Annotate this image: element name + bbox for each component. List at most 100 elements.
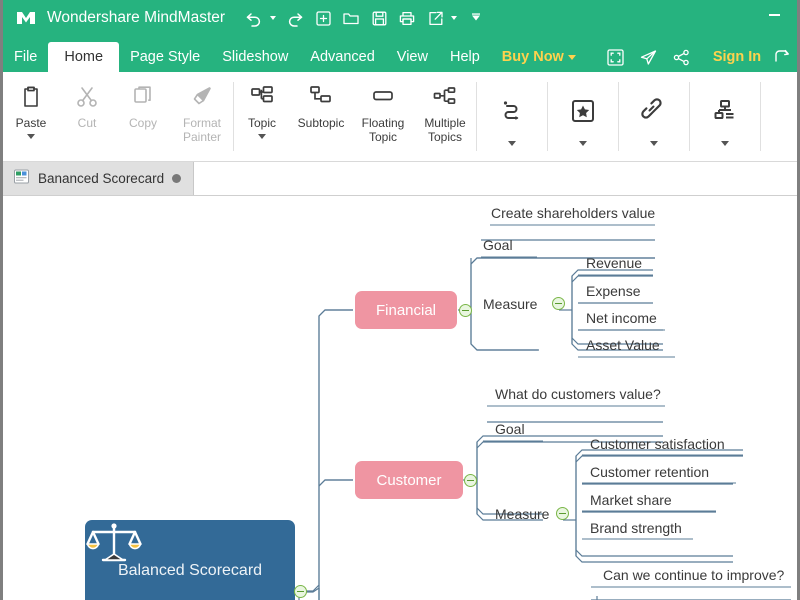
floating-topic-icon xyxy=(370,81,396,113)
topic-financial-measure-label[interactable]: Measure xyxy=(483,296,537,312)
topic-innovation-goal-value[interactable]: Can we continue to improve? xyxy=(603,567,784,583)
collapse-toggle-financial-measure[interactable] xyxy=(552,297,565,310)
menu-item-slideshow[interactable]: Slideshow xyxy=(211,42,299,72)
marker-button[interactable] xyxy=(548,72,618,161)
folder-open-icon[interactable] xyxy=(338,4,364,32)
tab-bar-empty-area xyxy=(194,162,797,195)
share-nodes-icon[interactable] xyxy=(672,48,691,67)
topic-financial-goal-value[interactable]: Create shareholders value xyxy=(491,205,655,221)
collapse-toggle-customer-measure[interactable] xyxy=(556,507,569,520)
subtopic-button[interactable]: Subtopic xyxy=(290,72,352,161)
menu-item-advanced[interactable]: Advanced xyxy=(299,42,386,72)
fullscreen-icon[interactable] xyxy=(606,48,625,67)
menu-item-home[interactable]: Home xyxy=(48,42,120,72)
collapse-toggle-financial[interactable] xyxy=(459,304,472,317)
menu-item-view[interactable]: View xyxy=(386,42,439,72)
relationship-arrow-icon xyxy=(498,91,526,131)
clipboard-paste-icon xyxy=(18,81,44,113)
sign-in-button[interactable]: Sign In xyxy=(713,42,761,72)
ribbon-toolbar: Paste Cut Copy Format Painter Topic Subt… xyxy=(3,72,797,162)
document-tab-name: Bananced Scorecard xyxy=(38,171,165,186)
topic-financial-measure-2[interactable]: Expense xyxy=(586,283,640,299)
cloud-sync-icon[interactable] xyxy=(773,42,792,72)
branch-node-customer-label: Customer xyxy=(376,471,442,489)
subtopic-label: Subtopic xyxy=(297,116,345,130)
hyperlink-chain-icon xyxy=(640,91,668,131)
title-bar: Wondershare MindMaster xyxy=(3,0,797,36)
subtopic-icon xyxy=(308,81,334,113)
multiple-topics-button[interactable]: Multiple Topics xyxy=(414,72,476,161)
minimize-button[interactable] xyxy=(767,8,781,22)
topic-caret-icon[interactable] xyxy=(258,134,266,139)
collapse-toggle-central[interactable] xyxy=(294,585,307,598)
paste-button[interactable]: Paste xyxy=(3,72,59,161)
document-tab[interactable]: Bananced Scorecard xyxy=(3,162,195,195)
outline-button[interactable] xyxy=(690,72,760,161)
application-window: Wondershare MindMaster File Home Page St… xyxy=(0,0,800,600)
copy-label: Copy xyxy=(128,116,157,130)
save-disk-icon[interactable] xyxy=(366,4,392,32)
format-painter-label: Format Painter xyxy=(182,116,222,144)
redo-icon[interactable] xyxy=(282,4,308,32)
mindmap-file-icon xyxy=(13,168,30,190)
undo-caret-icon[interactable] xyxy=(270,16,277,20)
mindmap-canvas[interactable]: Balanced Scorecard Financial Customer Cr… xyxy=(3,196,797,600)
hyperlink-button[interactable] xyxy=(619,72,689,161)
topic-customer-measure-3[interactable]: Market share xyxy=(590,492,672,508)
menu-item-help[interactable]: Help xyxy=(439,42,491,72)
copy-button[interactable]: Copy xyxy=(115,72,171,161)
topic-customer-measure-label[interactable]: Measure xyxy=(495,506,549,522)
topic-financial-measure-1[interactable]: Revenue xyxy=(586,255,642,271)
topic-customer-measure-4[interactable]: Brand strength xyxy=(590,520,682,536)
relationship-caret-icon[interactable] xyxy=(508,141,516,146)
topic-button[interactable]: Topic xyxy=(234,72,290,161)
topic-label: Topic xyxy=(247,116,276,130)
printer-icon[interactable] xyxy=(394,4,420,32)
topic-customer-goal-value[interactable]: What do customers value? xyxy=(495,386,661,402)
share-export-icon[interactable] xyxy=(422,4,448,32)
document-tab-bar: Bananced Scorecard xyxy=(3,162,797,196)
multiple-topics-icon xyxy=(432,81,458,113)
buy-now-button[interactable]: Buy Now xyxy=(491,42,582,72)
new-file-icon[interactable] xyxy=(310,4,336,32)
export-caret-icon[interactable] xyxy=(451,16,458,20)
relationship-button[interactable] xyxy=(477,72,547,161)
undo-icon[interactable] xyxy=(241,4,267,32)
floating-topic-button[interactable]: Floating Topic xyxy=(352,72,414,161)
ribbon-divider xyxy=(760,82,761,151)
menu-item-page-style[interactable]: Page Style xyxy=(119,42,211,72)
branch-node-financial[interactable]: Financial xyxy=(355,291,457,329)
central-topic-node[interactable]: Balanced Scorecard xyxy=(85,520,295,600)
topic-financial-goal-label[interactable]: Goal xyxy=(483,237,513,253)
topic-customer-measure-1[interactable]: Customer satisfaction xyxy=(590,436,725,452)
floating-topic-label: Floating Topic xyxy=(361,116,405,144)
menu-bar-icons xyxy=(606,42,691,72)
buy-now-label: Buy Now xyxy=(501,49,564,65)
cut-button[interactable]: Cut xyxy=(59,72,115,161)
paste-caret-icon[interactable] xyxy=(27,134,35,139)
copy-icon xyxy=(130,81,156,113)
topic-financial-measure-4[interactable]: Asset Value xyxy=(586,337,660,353)
branch-node-customer[interactable]: Customer xyxy=(355,461,463,499)
modified-dot-icon[interactable] xyxy=(172,174,182,183)
scissors-icon xyxy=(74,81,100,113)
topic-financial-measure-3[interactable]: Net income xyxy=(586,310,657,326)
menu-item-file[interactable]: File xyxy=(3,42,48,72)
topic-icon xyxy=(249,81,275,113)
format-painter-icon xyxy=(189,81,215,113)
collapse-toggle-customer[interactable] xyxy=(464,474,477,487)
overflow-caret-icon[interactable] xyxy=(463,4,489,32)
send-plane-icon[interactable] xyxy=(639,48,658,67)
menu-bar: File Home Page Style Slideshow Advanced … xyxy=(3,36,797,72)
topic-customer-goal-label[interactable]: Goal xyxy=(495,421,525,437)
marker-caret-icon[interactable] xyxy=(579,141,587,146)
paste-label: Paste xyxy=(15,116,47,130)
app-title: Wondershare MindMaster xyxy=(47,9,226,26)
topic-customer-measure-2[interactable]: Customer retention xyxy=(590,464,709,480)
hyperlink-caret-icon[interactable] xyxy=(650,141,658,146)
marker-star-icon xyxy=(569,91,597,131)
outline-caret-icon[interactable] xyxy=(721,141,729,146)
cut-label: Cut xyxy=(77,116,97,130)
format-painter-button[interactable]: Format Painter xyxy=(171,72,233,161)
ribbon-group-clipboard: Paste Cut Copy Format Painter xyxy=(3,72,233,161)
